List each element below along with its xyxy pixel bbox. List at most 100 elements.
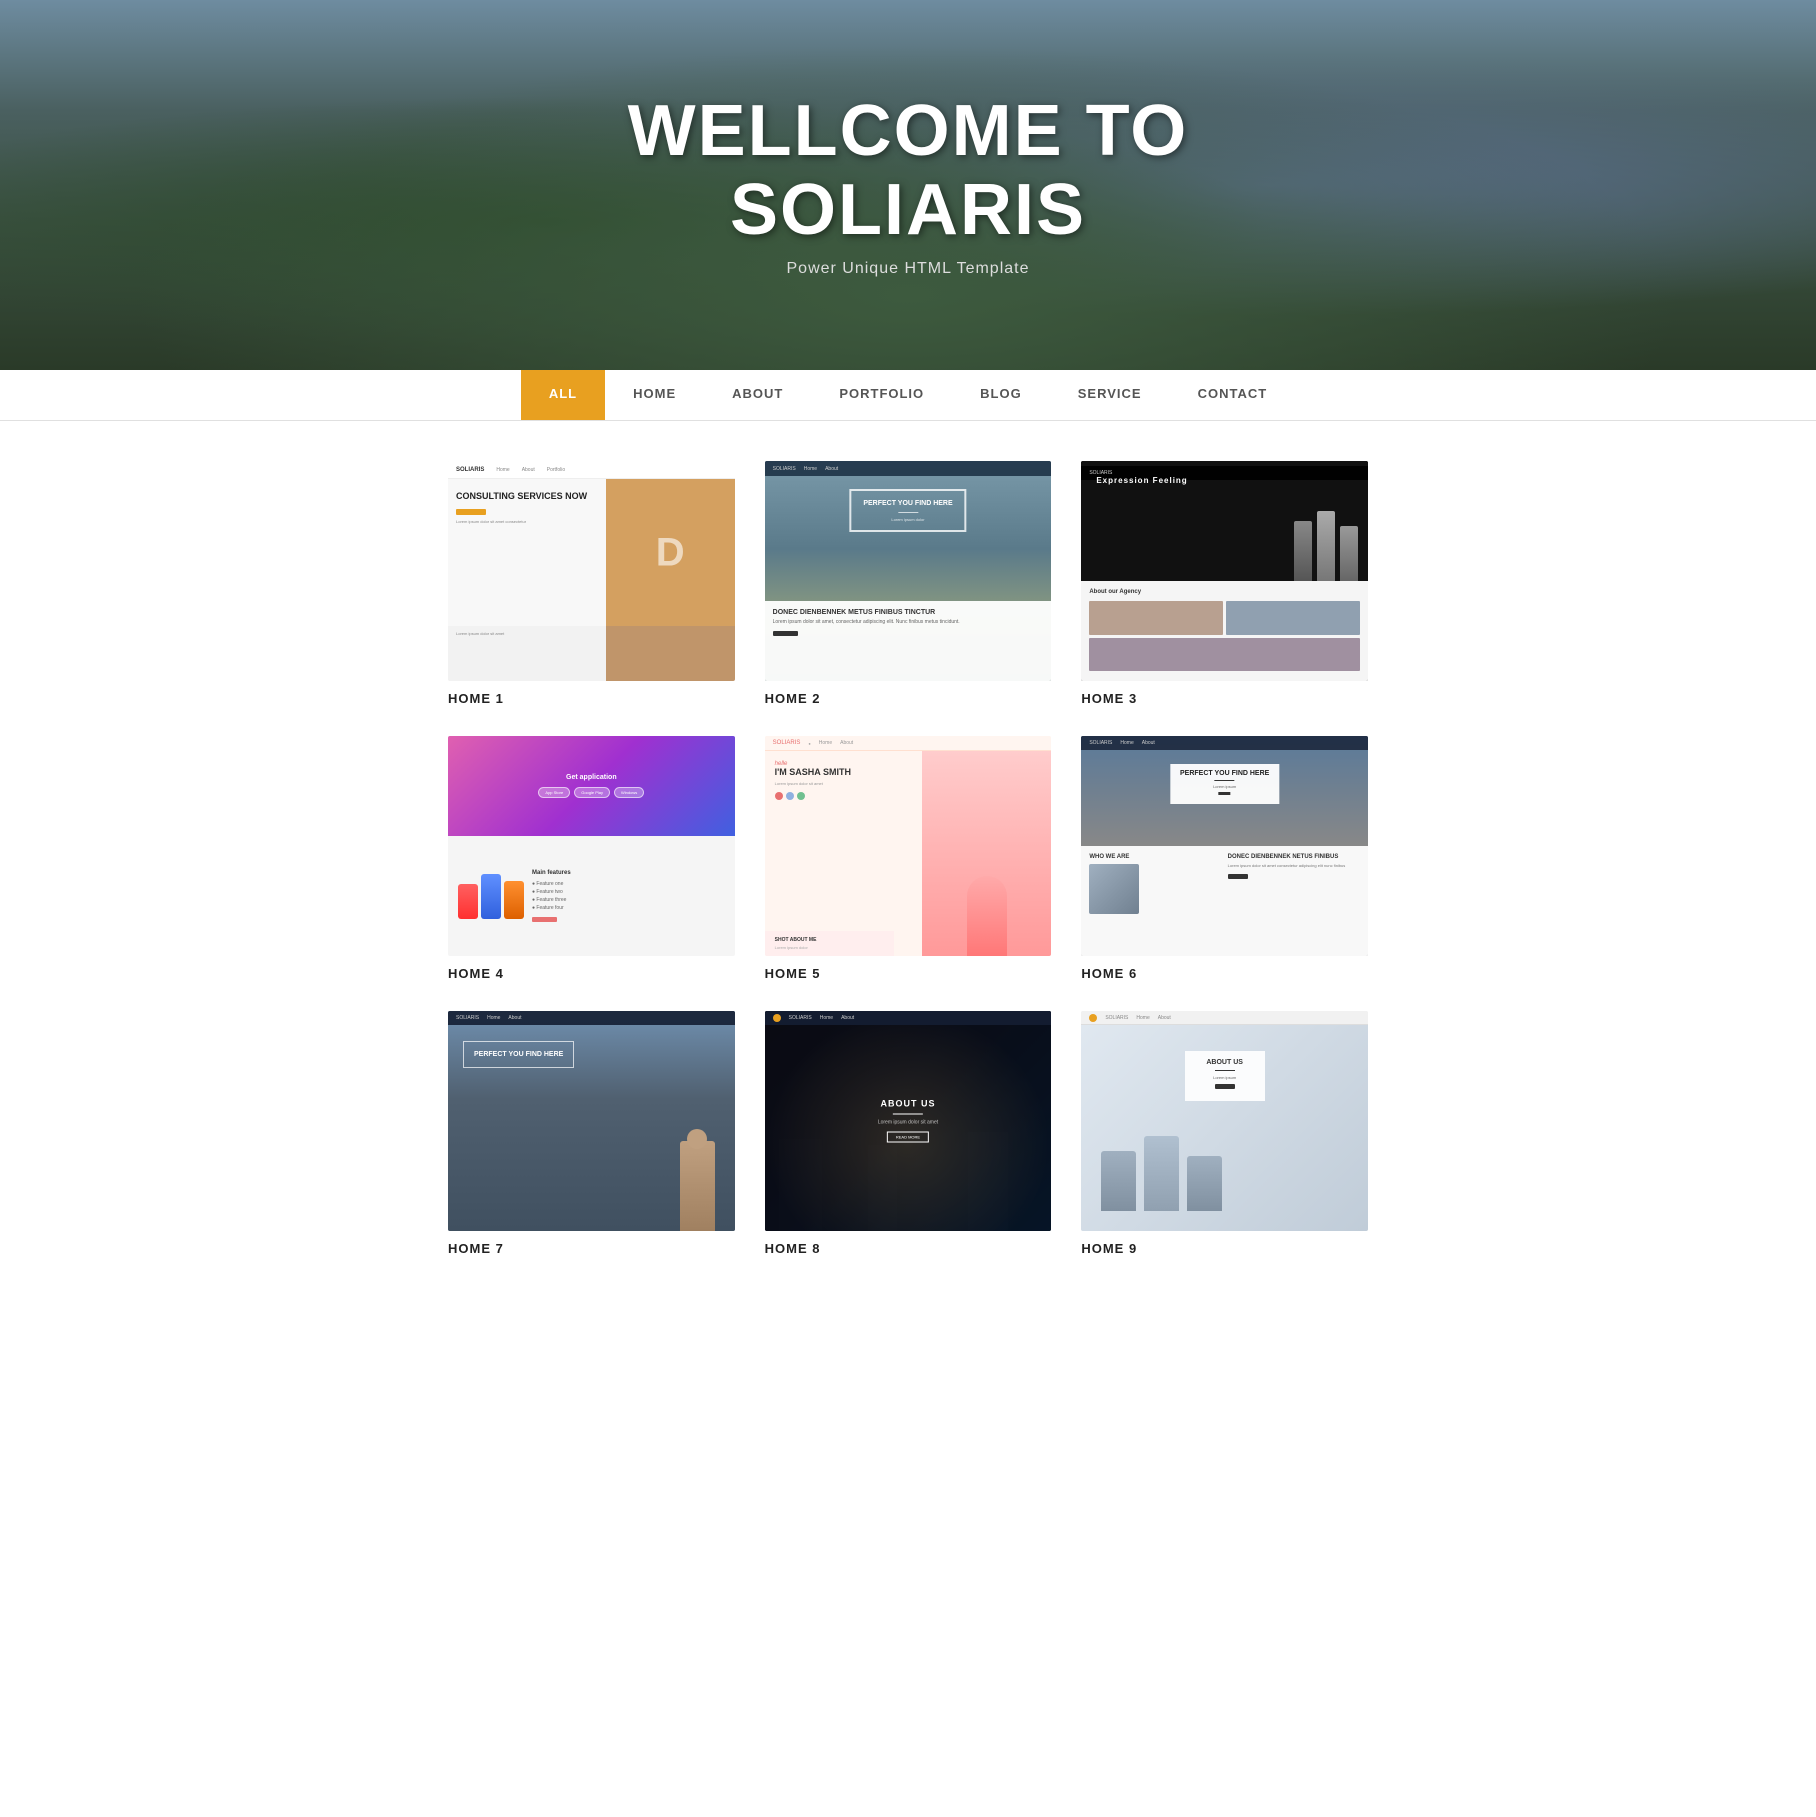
thumb-home6-bottom: WHO WE ARE DONEC DIENBENNEK NETUS FINIBU… <box>1081 846 1368 956</box>
thumb-home1-btn <box>456 509 486 515</box>
grid-item-home6[interactable]: SOLIARIS Home About PERFECT YOU FIND HER… <box>1081 736 1368 981</box>
grid-item-label-home1: HOME 1 <box>448 691 735 706</box>
filter-service[interactable]: SERVICE <box>1050 370 1170 420</box>
grid-item-image-home3: SOLIARIS Expression Feeling About our Ag… <box>1081 461 1368 681</box>
thumb-home9-desc: Lorem ipsum <box>1197 1075 1253 1080</box>
thumb-home1-bottom-text: Lorem ipsum dolor sit amet <box>456 631 598 637</box>
grid-item-home9[interactable]: SOLIARIS Home About ABOUT US Lorem ipsum <box>1081 1011 1368 1256</box>
main-content: SOLIARIS Home About Portfolio CONSULTING… <box>428 461 1388 1256</box>
thumb-home8-center: ABOUT US Lorem ipsum dolor sit amet READ… <box>878 1099 938 1144</box>
thumb-home6-who-title: WHO WE ARE <box>1089 854 1221 860</box>
thumb-home2-lower-text: Lorem ipsum dolor sit amet, consectetur … <box>773 619 1044 626</box>
thumb-home9-people <box>1101 1136 1348 1211</box>
thumb-home2-logo: SOLIARIS <box>773 466 796 472</box>
filter-all[interactable]: ALL <box>521 370 605 420</box>
grid-item-home2[interactable]: SOLIARIS Home About PERFECT YOU FIND HER… <box>765 461 1052 706</box>
thumb-home7-box: PERFECT YOU FIND HERE <box>463 1041 574 1068</box>
thumb-home3-top: SOLIARIS Expression Feeling <box>1081 461 1368 581</box>
thumb-home6-divider <box>1215 780 1235 781</box>
grid-item-label-home9: HOME 9 <box>1081 1241 1368 1256</box>
grid-item-label-home4: HOME 4 <box>448 966 735 981</box>
grid-item-home4[interactable]: Get application App Store Google Play Wi… <box>448 736 735 981</box>
thumb-home3-about: About our Agency <box>1089 589 1360 595</box>
thumb-home7-nav-item: Home <box>487 1015 500 1021</box>
thumb-home1-left: CONSULTING SERVICES NOW Lorem ipsum dolo… <box>448 479 606 626</box>
thumb-home4-title: Get application <box>566 774 617 781</box>
thumb-home5-name: I'M SASHA SMITH <box>775 767 913 777</box>
thumb-home5-nav-item: Home <box>819 740 832 746</box>
thumb-home4-feat-list: ● Feature one● Feature two● Feature thre… <box>532 880 725 912</box>
grid-item-image-home5: SOLIARIS ● Home About helle I'M SASHA SM… <box>765 736 1052 956</box>
grid-item-label-home7: HOME 7 <box>448 1241 735 1256</box>
filter-nav: ALL HOME ABOUT PORTFOLIO BLOG SERVICE CO… <box>0 370 1816 421</box>
thumb-home2-box: PERFECT YOU FIND HERE Lorem ipsum dolor <box>849 489 966 532</box>
grid-item-image-home7: SOLIARIS Home About PERFECT YOU FIND HER… <box>448 1011 735 1231</box>
thumb-home3-model-3 <box>1340 526 1358 581</box>
thumb-home5-about-text: Lorem ipsum dolor <box>775 945 884 950</box>
grid-item-image-home4: Get application App Store Google Play Wi… <box>448 736 735 956</box>
thumb-home9-logo-dot <box>1089 1014 1097 1022</box>
thumb-home1-bottom-right <box>606 626 735 681</box>
grid-item-home7[interactable]: SOLIARIS Home About PERFECT YOU FIND HER… <box>448 1011 735 1256</box>
thumb-home4-btn-3: Windows <box>614 787 644 798</box>
thumb-home1-bottom-left: Lorem ipsum dolor sit amet <box>448 626 606 681</box>
thumb-home6-nav-item: Home <box>1120 740 1133 746</box>
filter-contact[interactable]: CONTACT <box>1170 370 1296 420</box>
thumb-home2: SOLIARIS Home About PERFECT YOU FIND HER… <box>765 461 1052 681</box>
thumb-home5: SOLIARIS ● Home About helle I'M SASHA SM… <box>765 736 1052 956</box>
grid-item-image-home1: SOLIARIS Home About Portfolio CONSULTING… <box>448 461 735 681</box>
thumb-home3-model-1 <box>1294 521 1312 581</box>
thumb-home8-building-6 <box>1008 1152 1042 1231</box>
thumb-home2-btn <box>773 631 798 636</box>
filter-about[interactable]: ABOUT <box>704 370 811 420</box>
thumb-home8-building-1 <box>779 1139 822 1231</box>
thumb-home4-buttons: App Store Google Play Windows <box>538 787 644 798</box>
thumb-home4-features-block: Main features ● Feature one● Feature two… <box>532 870 725 922</box>
thumb-home7: SOLIARIS Home About PERFECT YOU FIND HER… <box>448 1011 735 1231</box>
thumb-home4-phones <box>458 874 524 919</box>
thumb-home1-logo: SOLIARIS <box>456 467 484 473</box>
grid-item-home8[interactable]: SOLIARIS Home About ABOUT US <box>765 1011 1052 1256</box>
grid-item-image-home8: SOLIARIS Home About ABOUT US <box>765 1011 1052 1231</box>
thumb-home6-text-block: DONEC DIENBENNEK NETUS FINIBUS Lorem ips… <box>1228 854 1360 948</box>
thumb-home4-phone-1 <box>458 884 478 919</box>
filter-portfolio[interactable]: PORTFOLIO <box>811 370 952 420</box>
grid-item-home5[interactable]: SOLIARIS ● Home About helle I'M SASHA SM… <box>765 736 1052 981</box>
grid-item-home1[interactable]: SOLIARIS Home About Portfolio CONSULTING… <box>448 461 735 706</box>
thumb-home7-logo: SOLIARIS <box>456 1015 479 1021</box>
thumb-home8-desc: Lorem ipsum dolor sit amet <box>878 1120 938 1126</box>
thumb-home5-social-icon2 <box>786 792 794 800</box>
filter-home[interactable]: HOME <box>605 370 704 420</box>
thumb-home5-social-icon3 <box>797 792 805 800</box>
thumb-home6-small-icon <box>1219 792 1231 795</box>
thumb-home1-right <box>606 479 735 626</box>
thumb-home6-city-img <box>1089 864 1139 914</box>
thumb-home4-phone-2 <box>481 874 501 919</box>
thumb-home6-logo: SOLIARIS <box>1089 740 1112 746</box>
thumb-home6-btn <box>1228 874 1248 879</box>
thumb-home2-nav-item: About <box>825 466 838 472</box>
thumb-home2-lower-title: DONEC DIENBENNEK METUS FINIBUS TINCTUR <box>773 609 1044 616</box>
thumb-home5-about: SHOT ABOUT ME <box>775 937 884 943</box>
thumb-home6-text-title: DONEC DIENBENNEK NETUS FINIBUS <box>1228 854 1360 860</box>
thumb-home9-logo: SOLIARIS <box>1105 1015 1128 1021</box>
grid-item-home3[interactable]: SOLIARIS Expression Feeling About our Ag… <box>1081 461 1368 706</box>
thumb-home5-logo: SOLIARIS <box>773 740 801 746</box>
grid-item-label-home5: HOME 5 <box>765 966 1052 981</box>
thumb-home5-nav-tag: ● <box>808 741 810 746</box>
thumb-home4-btn-2: Google Play <box>574 787 610 798</box>
thumb-home3-gallery-item-3 <box>1089 638 1360 672</box>
thumb-home5-lower: SHOT ABOUT ME Lorem ipsum dolor <box>765 931 894 956</box>
thumb-home5-content: helle I'M SASHA SMITH Lorem ipsum dolor … <box>765 751 1052 956</box>
thumb-home9-person-3 <box>1187 1156 1222 1211</box>
thumb-home5-person-shape <box>967 876 1007 956</box>
thumb-home5-social <box>775 792 913 800</box>
thumb-home8-title: ABOUT US <box>878 1099 938 1109</box>
thumb-home4: Get application App Store Google Play Wi… <box>448 736 735 956</box>
thumb-home9: SOLIARIS Home About ABOUT US Lorem ipsum <box>1081 1011 1368 1231</box>
grid-item-image-home9: SOLIARIS Home About ABOUT US Lorem ipsum <box>1081 1011 1368 1231</box>
thumb-home8-logo: SOLIARIS <box>789 1015 812 1021</box>
filter-blog[interactable]: BLOG <box>952 370 1050 420</box>
thumb-home6: SOLIARIS Home About PERFECT YOU FIND HER… <box>1081 736 1368 956</box>
thumb-home6-box: PERFECT YOU FIND HERE Lorem ipsum <box>1170 764 1279 804</box>
